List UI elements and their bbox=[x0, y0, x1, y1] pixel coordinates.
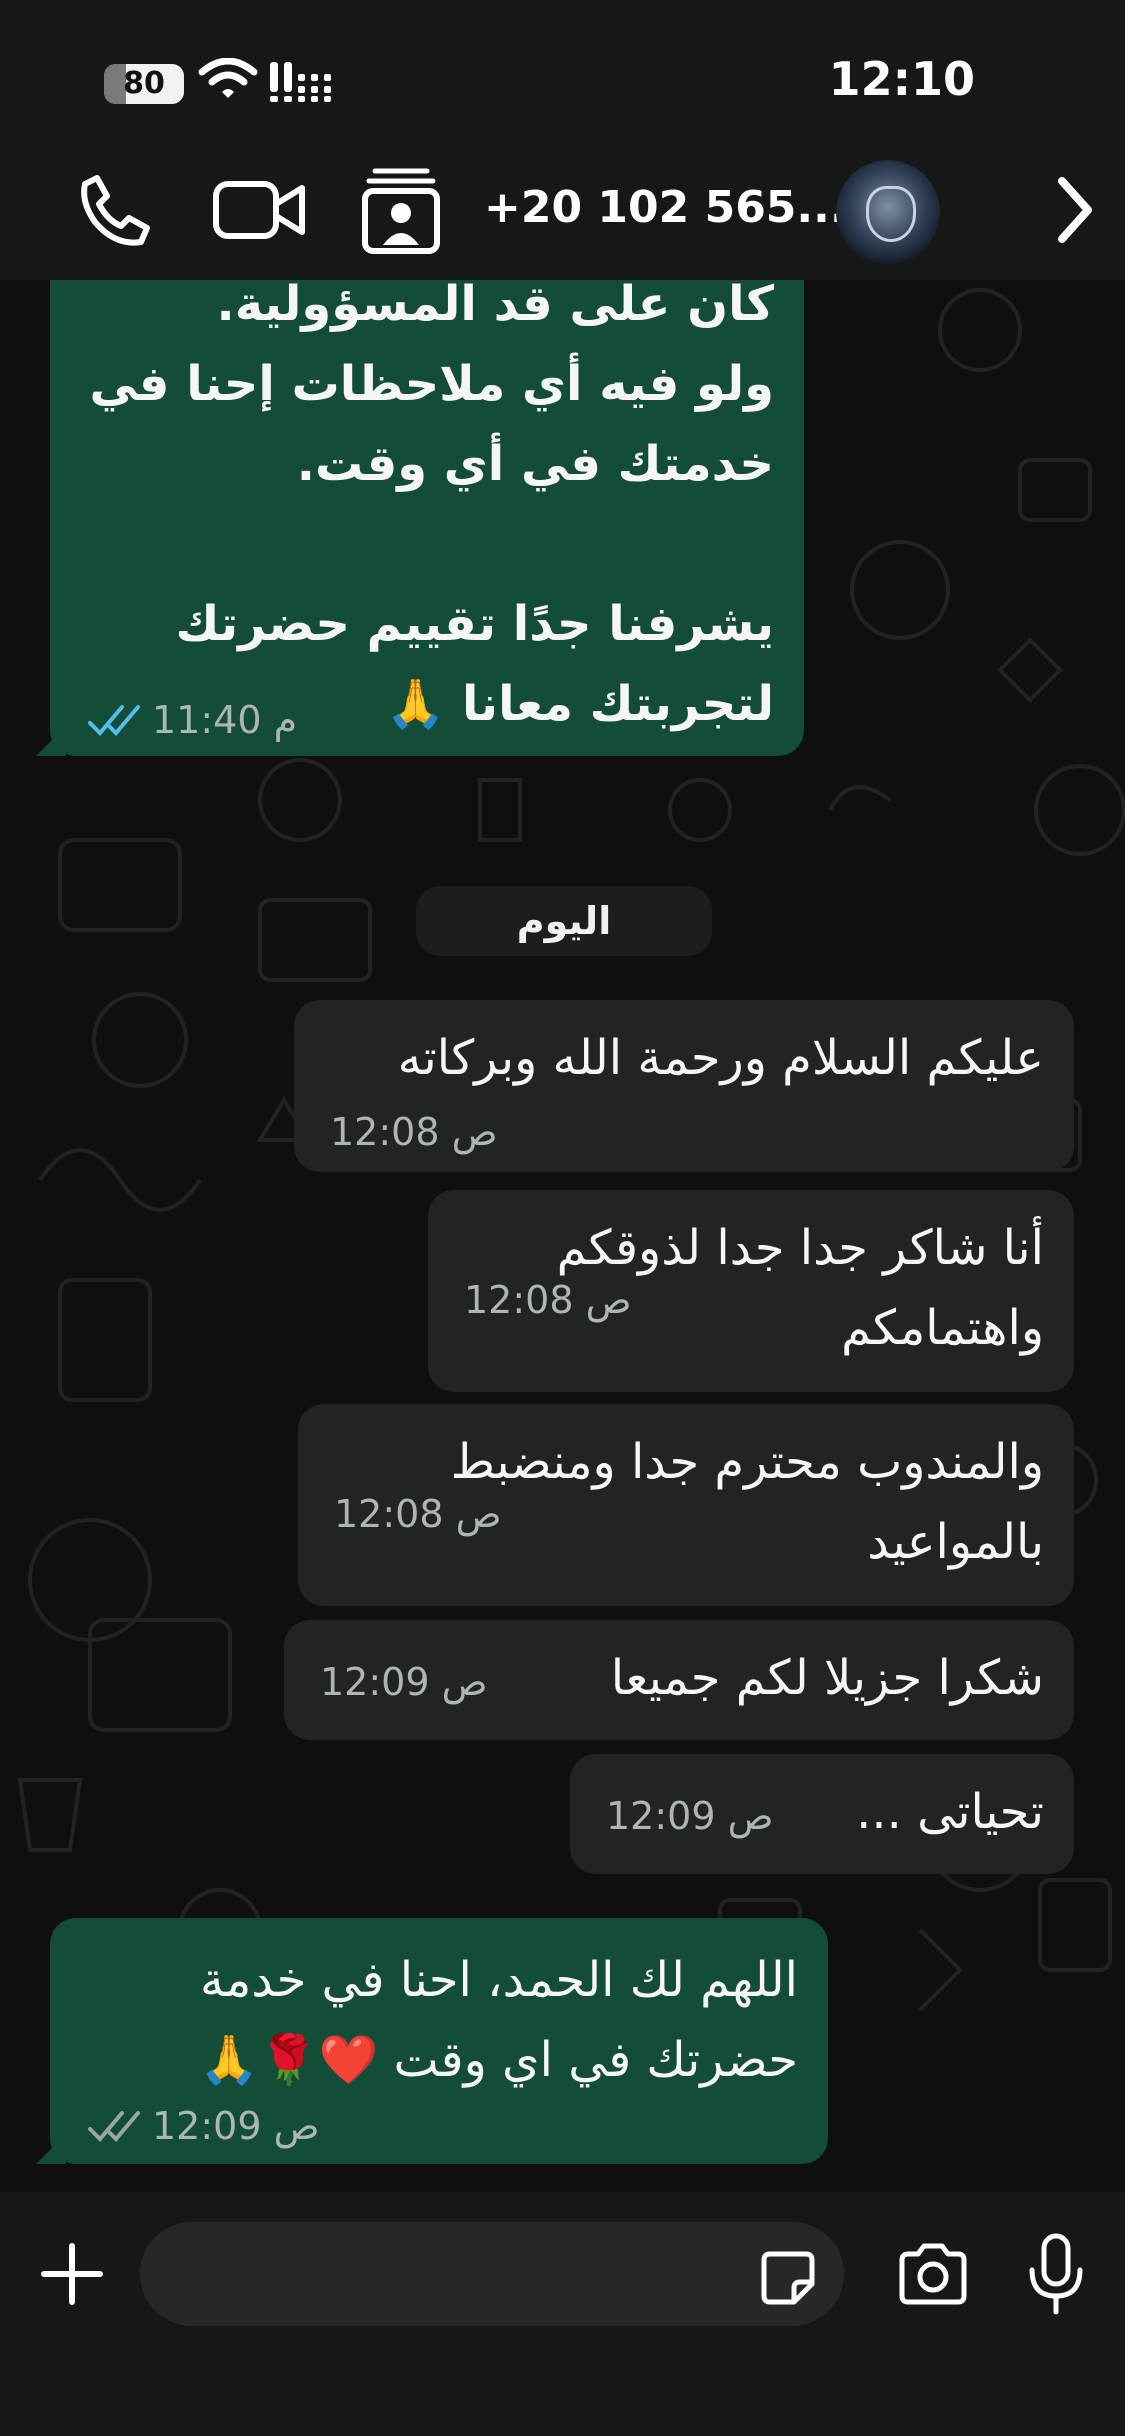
phone-icon bbox=[81, 175, 150, 246]
microphone-icon[interactable] bbox=[1026, 2232, 1086, 2316]
status-bar: 80 12:10 bbox=[0, 0, 1125, 160]
video-camera-icon bbox=[213, 181, 305, 239]
plus-icon[interactable] bbox=[40, 2242, 104, 2306]
message-time: 11:40 م bbox=[152, 698, 298, 742]
message-bubble-incoming[interactable]: شكرا جزيلا لكم جميعا 12:09 ص bbox=[284, 1620, 1074, 1740]
message-bubble-incoming[interactable]: تحياتى ... 12:09 ص bbox=[570, 1754, 1074, 1874]
input-bar bbox=[0, 2192, 1125, 2436]
voice-call-button[interactable] bbox=[70, 160, 160, 260]
message-meta: 11:40 م bbox=[88, 698, 297, 742]
double-check-icon bbox=[88, 705, 140, 736]
double-check-icon bbox=[88, 2111, 140, 2142]
chat-area[interactable]: كان على قد المسؤولية. ولو فيه أي ملاحظات… bbox=[0, 280, 1125, 2192]
message-time: 12:08 ص bbox=[330, 1110, 498, 1154]
contact-avatar[interactable] bbox=[836, 160, 940, 264]
message-time: 12:09 ص bbox=[320, 1660, 488, 1704]
camera-icon[interactable] bbox=[896, 2242, 970, 2306]
chat-header: +20 102 565... bbox=[0, 160, 1125, 280]
day-divider: اليوم bbox=[416, 886, 712, 956]
back-button[interactable] bbox=[1044, 160, 1104, 260]
contact-card-icon bbox=[362, 168, 440, 254]
message-text: اللهم لك الحمد، احنا في خدمة حضرتك في اي… bbox=[198, 1952, 798, 2088]
message-bubble-incoming[interactable]: عليكم السلام ورحمة الله وبركاته 12:08 ص bbox=[294, 1000, 1074, 1172]
video-call-button[interactable] bbox=[210, 160, 310, 260]
message-bubble-incoming[interactable]: أنا شاكر جدا جدا لذوقكم واهتمامكم 12:08 … bbox=[428, 1190, 1074, 1392]
message-bubble-outgoing[interactable]: كان على قد المسؤولية. ولو فيه أي ملاحظات… bbox=[36, 280, 804, 756]
contact-card-button[interactable] bbox=[356, 160, 446, 260]
sticker-icon[interactable] bbox=[760, 2250, 816, 2306]
message-bubble-incoming[interactable]: والمندوب محترم جدا ومنضبط بالمواعيد 12:0… bbox=[298, 1404, 1074, 1606]
message-text: عليكم السلام ورحمة الله وبركاته bbox=[397, 1030, 1044, 1086]
message-time: 12:08 ص bbox=[334, 1492, 502, 1536]
clock: 12:10 bbox=[828, 52, 975, 106]
battery-icon: 80 bbox=[104, 64, 184, 104]
message-meta: 12:09 ص bbox=[88, 2104, 320, 2148]
chevron-right-icon bbox=[1058, 177, 1092, 243]
message-bubble-outgoing[interactable]: اللهم لك الحمد، احنا في خدمة حضرتك في اي… bbox=[36, 1918, 828, 2164]
wifi-icon bbox=[198, 58, 258, 98]
contact-name[interactable]: +20 102 565... bbox=[484, 182, 847, 233]
message-time: 12:08 ص bbox=[464, 1278, 632, 1322]
message-text: كان على قد المسؤولية. ولو فيه أي ملاحظات… bbox=[89, 280, 774, 732]
message-time: 12:09 ص bbox=[606, 1794, 774, 1838]
message-input[interactable] bbox=[140, 2222, 844, 2326]
battery-level: 80 bbox=[123, 66, 165, 101]
message-time: 12:09 ص bbox=[152, 2104, 320, 2148]
signal-icon bbox=[270, 62, 331, 102]
